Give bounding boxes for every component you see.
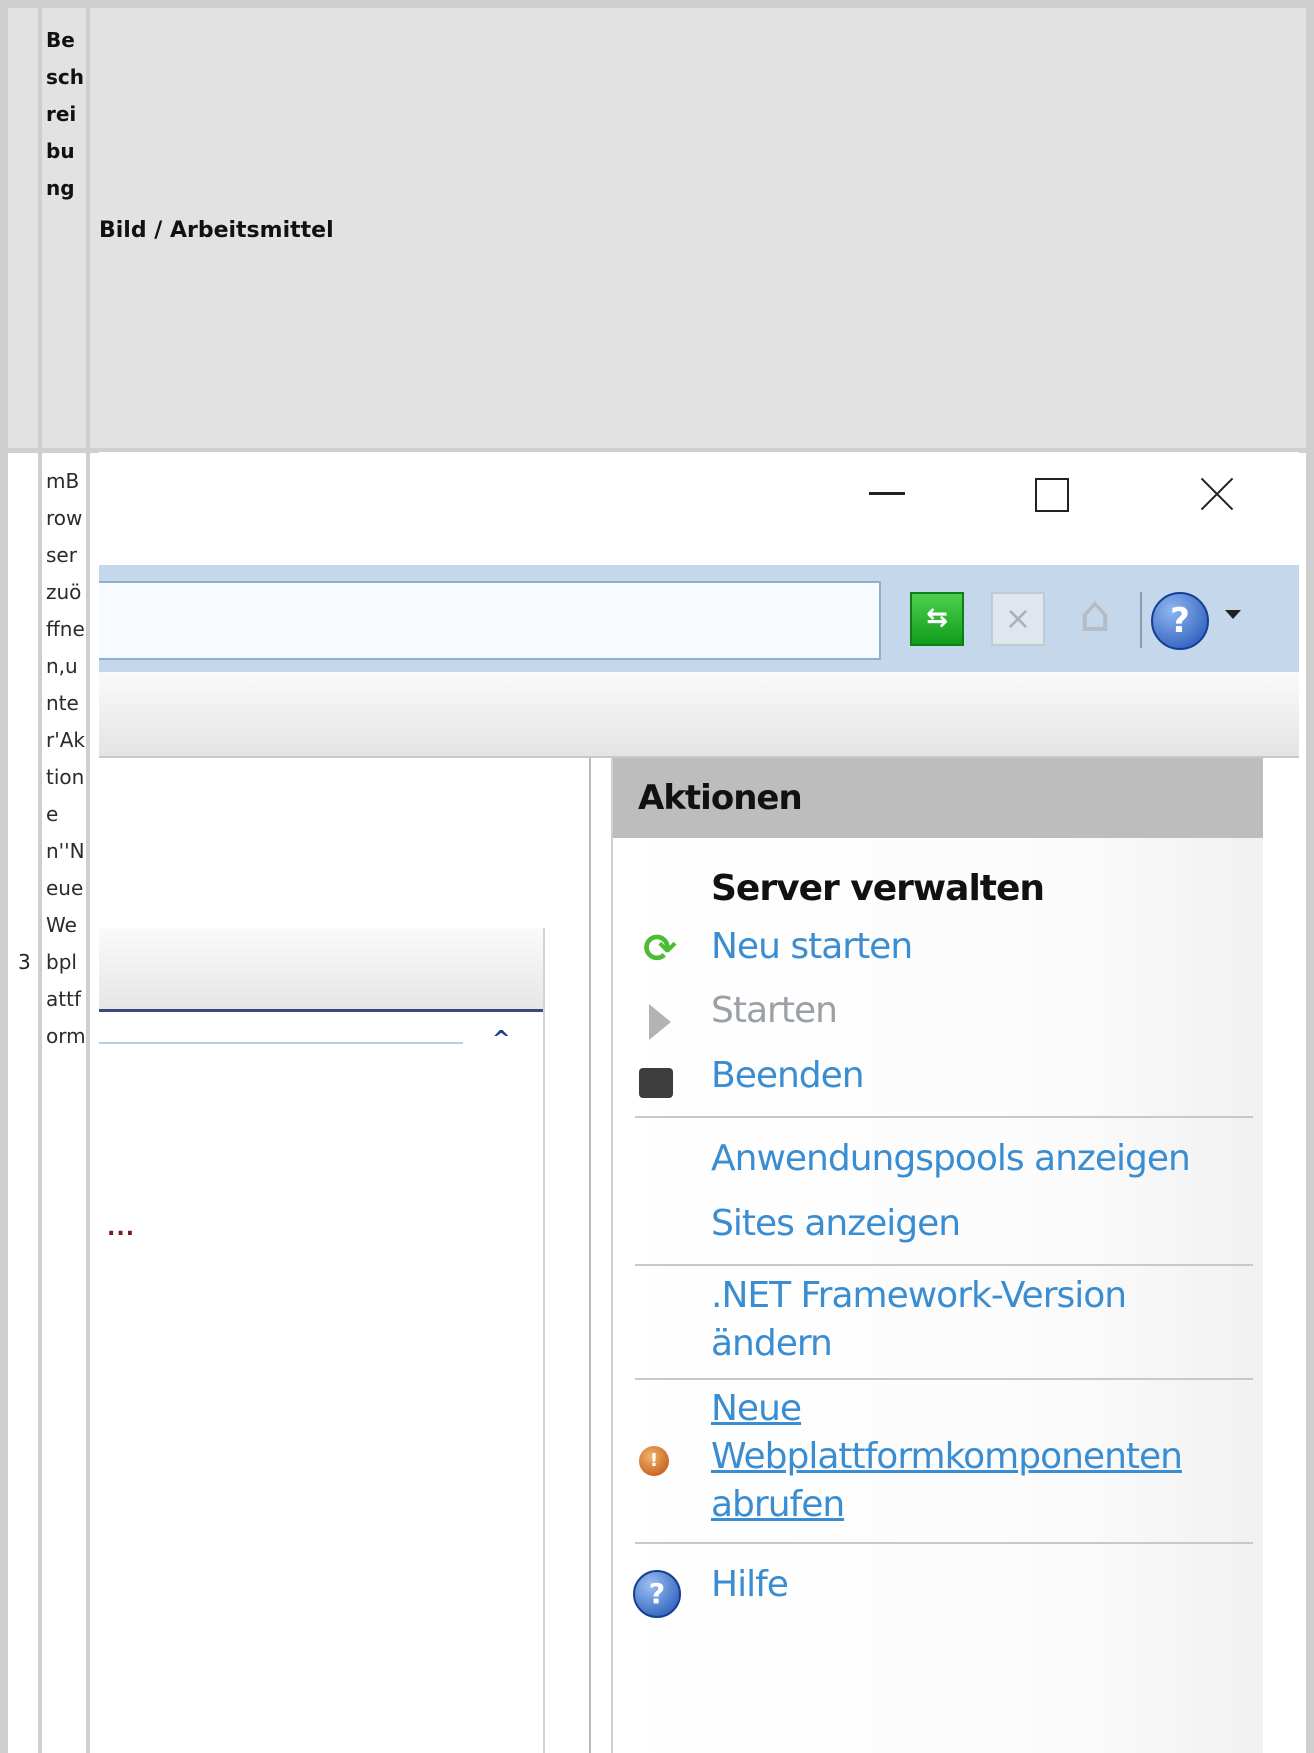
action-help-link[interactable]: Hilfe bbox=[711, 1564, 789, 1605]
toolbar-separator bbox=[1140, 592, 1142, 648]
action-stop-link[interactable]: Beenden bbox=[711, 1055, 865, 1096]
table-outer-right-border bbox=[1306, 0, 1314, 1753]
webpi-icon: ! bbox=[639, 1446, 669, 1476]
document-table: Beschreibung Bild / Arbeitsmittel 3 mBro… bbox=[0, 0, 1314, 1753]
action-sites-link[interactable]: Sites anzeigen bbox=[711, 1203, 961, 1244]
action-netfx-link-line2[interactable]: ändern bbox=[711, 1323, 833, 1364]
actions-separator-1 bbox=[635, 1116, 1253, 1118]
refresh-icon[interactable]: ⇆ bbox=[910, 592, 964, 646]
action-app-pools-link[interactable]: Anwendungspools anzeigen bbox=[711, 1138, 1191, 1179]
left-pane-inner-border bbox=[543, 928, 545, 1753]
maximize-icon[interactable] bbox=[1035, 478, 1069, 512]
left-pane-subheader bbox=[99, 928, 545, 1012]
action-webpi-link-line3[interactable]: abrufen bbox=[711, 1480, 845, 1530]
action-webpi-link-line1[interactable]: Neue bbox=[711, 1384, 802, 1434]
actions-separator-2 bbox=[635, 1264, 1253, 1266]
minimize-icon[interactable] bbox=[869, 492, 905, 495]
header-description-vertical: Beschreibung bbox=[46, 28, 84, 200]
header-image-tool: Bild / Arbeitsmittel bbox=[99, 218, 334, 243]
row-number: 3 bbox=[18, 950, 31, 974]
left-pane bbox=[99, 758, 591, 1753]
stop-icon[interactable]: × bbox=[991, 592, 1045, 646]
left-pane-ellipsis: ... bbox=[107, 1216, 136, 1241]
action-webpi-link-line2[interactable]: Webplattformkomponenten bbox=[711, 1432, 1183, 1482]
row-description-vertical: mBrowserzuöffnen,unter'Aktionen''NeueWeb… bbox=[46, 469, 86, 1048]
help-icon[interactable]: ? bbox=[1151, 592, 1209, 650]
restart-icon: ⟳ bbox=[643, 926, 677, 972]
stop-server-icon bbox=[639, 1068, 673, 1098]
dropdown-icon[interactable] bbox=[1225, 610, 1241, 619]
close-icon[interactable] bbox=[1197, 474, 1237, 514]
chevron-up-icon[interactable]: ^ bbox=[492, 1029, 518, 1051]
actions-separator-4 bbox=[635, 1542, 1253, 1544]
window-title-bar bbox=[99, 452, 1299, 562]
left-pane-separator bbox=[99, 1042, 463, 1044]
section-server-manage: Server verwalten bbox=[711, 868, 1045, 909]
home-icon[interactable]: ⌂ bbox=[1064, 584, 1126, 646]
actions-header: Aktionen bbox=[613, 758, 1263, 838]
actions-title: Aktionen bbox=[638, 778, 803, 818]
action-netfx-link-line1[interactable]: .NET Framework-Version bbox=[711, 1275, 1127, 1316]
table-col-divider-2 bbox=[86, 0, 90, 1753]
embedded-screenshot: ⇆ × ⌂ ? ^ ... Aktionen Server verwalten … bbox=[99, 452, 1299, 1753]
action-start-link[interactable]: Starten bbox=[711, 990, 838, 1031]
address-input[interactable] bbox=[99, 581, 881, 660]
table-outer-left-border bbox=[0, 0, 8, 1753]
actions-pane: Aktionen Server verwalten ⟳ Neu starten … bbox=[611, 758, 1263, 1753]
actions-separator-3 bbox=[635, 1378, 1253, 1380]
action-restart-link[interactable]: Neu starten bbox=[711, 926, 913, 967]
table-top-border bbox=[0, 0, 1314, 8]
help-action-icon: ? bbox=[633, 1570, 681, 1618]
secondary-toolbar bbox=[99, 672, 1299, 758]
start-icon bbox=[649, 1004, 671, 1040]
table-col-divider-1 bbox=[38, 0, 42, 1753]
